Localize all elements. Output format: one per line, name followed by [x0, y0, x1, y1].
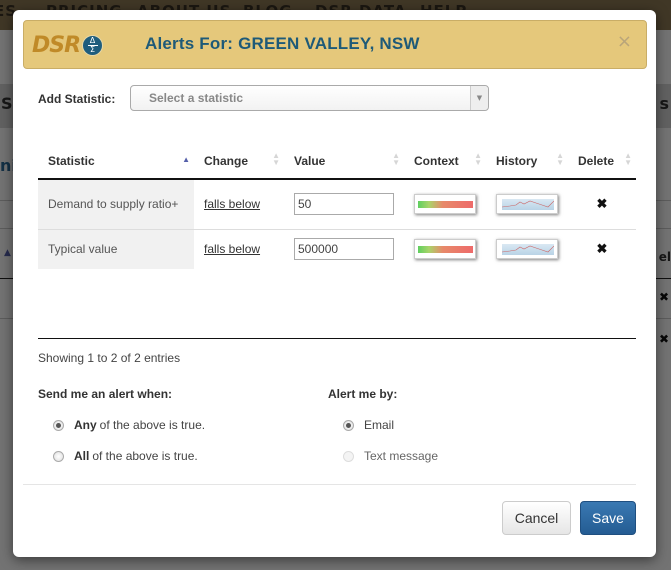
sort-both-icon: ▲ ▼: [556, 151, 564, 167]
column-header-history[interactable]: History ▲ ▼: [486, 143, 568, 180]
column-label: Value: [294, 153, 326, 168]
value-input[interactable]: [294, 193, 394, 216]
column-header-delete[interactable]: Delete ▲ ▼: [568, 143, 636, 180]
context-cell: [404, 179, 486, 230]
column-label: History: [496, 153, 538, 168]
save-button[interactable]: Save: [580, 501, 636, 535]
statistic-cell: Demand to supply ratio+: [38, 179, 194, 230]
close-icon[interactable]: ×: [617, 31, 632, 52]
column-header-value[interactable]: Value ▲ ▼: [284, 143, 404, 180]
radio-all[interactable]: All of the above is true.: [53, 449, 198, 463]
alert-when-label: Send me an alert when:: [38, 387, 173, 401]
radio-any[interactable]: Any of the above is true.: [53, 418, 205, 432]
radio-text-message: Text message: [343, 449, 438, 463]
statistic-select-placeholder: Select a statistic: [149, 91, 244, 105]
sort-both-icon: ▲ ▼: [624, 151, 632, 167]
footer-divider: [23, 484, 636, 485]
delete-icon[interactable]: ✖: [578, 241, 626, 257]
sort-both-icon: ▲ ▼: [392, 151, 400, 167]
history-chart-thumbnail[interactable]: [496, 239, 558, 260]
radio-button[interactable]: [53, 450, 64, 462]
radio-button[interactable]: [343, 419, 354, 431]
value-cell: [284, 229, 404, 269]
add-statistic-label: Add Statistic:: [38, 92, 116, 106]
change-cell: falls below: [194, 179, 284, 230]
sort-asc-icon: ▲: [182, 155, 190, 164]
alerts-modal: DSR Δ Σ Alerts For: GREEN VALLEY, NSW × …: [13, 10, 656, 557]
delete-icon[interactable]: ✖: [578, 196, 626, 212]
column-label: Statistic: [48, 153, 95, 168]
delete-cell: ✖: [568, 229, 636, 269]
cancel-button[interactable]: Cancel: [502, 501, 571, 535]
context-chart-thumbnail[interactable]: [414, 194, 476, 215]
table-bottom-divider: [38, 338, 636, 339]
statistic-select[interactable]: Select a statistic ▼: [130, 85, 489, 111]
column-header-context[interactable]: Context ▲ ▼: [404, 143, 486, 180]
alerts-table: Statistic ▲ Change ▲ ▼ Value ▲ ▼ Context ▲…: [38, 143, 636, 269]
delta-sigma-icon: Δ Σ: [82, 34, 104, 56]
column-label: Context: [414, 153, 459, 168]
entries-info: Showing 1 to 2 of 2 entries: [38, 351, 181, 365]
radio-label: Email: [364, 418, 395, 432]
change-link[interactable]: falls below: [204, 197, 260, 211]
column-label: Delete: [578, 153, 615, 168]
logo-text: DSR: [32, 32, 81, 58]
change-cell: falls below: [194, 229, 284, 269]
delta-glyph: Δ: [89, 35, 96, 45]
value-input[interactable]: [294, 238, 394, 261]
table-row: Typical value falls below ✖: [38, 229, 636, 269]
modal-header: DSR Δ Σ Alerts For: GREEN VALLEY, NSW ×: [23, 20, 647, 69]
delete-cell: ✖: [568, 179, 636, 230]
history-cell: [486, 229, 568, 269]
radio-label-bold: Any: [74, 418, 97, 432]
table-header-row: Statistic ▲ Change ▲ ▼ Value ▲ ▼ Context ▲…: [38, 143, 636, 180]
context-cell: [404, 229, 486, 269]
context-chart-thumbnail[interactable]: [414, 239, 476, 260]
radio-label: of the above is true.: [99, 418, 206, 432]
radio-email[interactable]: Email: [343, 418, 394, 432]
chevron-down-icon[interactable]: ▼: [470, 86, 488, 110]
column-header-statistic[interactable]: Statistic ▲: [38, 143, 194, 180]
table-row: Demand to supply ratio+ falls below ✖: [38, 179, 636, 230]
radio-label-bold: All: [74, 449, 90, 463]
radio-label: of the above is true.: [92, 449, 198, 463]
sort-both-icon: ▲ ▼: [272, 151, 280, 167]
modal-title: Alerts For: GREEN VALLEY, NSW: [145, 34, 420, 53]
sigma-glyph: Σ: [90, 44, 96, 54]
sort-both-icon: ▲ ▼: [474, 151, 482, 167]
column-header-change[interactable]: Change ▲ ▼: [194, 143, 284, 180]
statistic-cell: Typical value: [38, 229, 194, 269]
radio-label: Text message: [364, 449, 439, 463]
history-chart-thumbnail[interactable]: [496, 194, 558, 215]
history-cell: [486, 179, 568, 230]
change-link[interactable]: falls below: [204, 242, 260, 256]
value-cell: [284, 179, 404, 230]
dsr-logo: DSR Δ Σ: [32, 32, 104, 58]
alert-by-label: Alert me by:: [328, 387, 398, 401]
column-label: Change: [204, 153, 249, 168]
radio-button: [343, 450, 354, 462]
radio-button[interactable]: [53, 419, 64, 431]
